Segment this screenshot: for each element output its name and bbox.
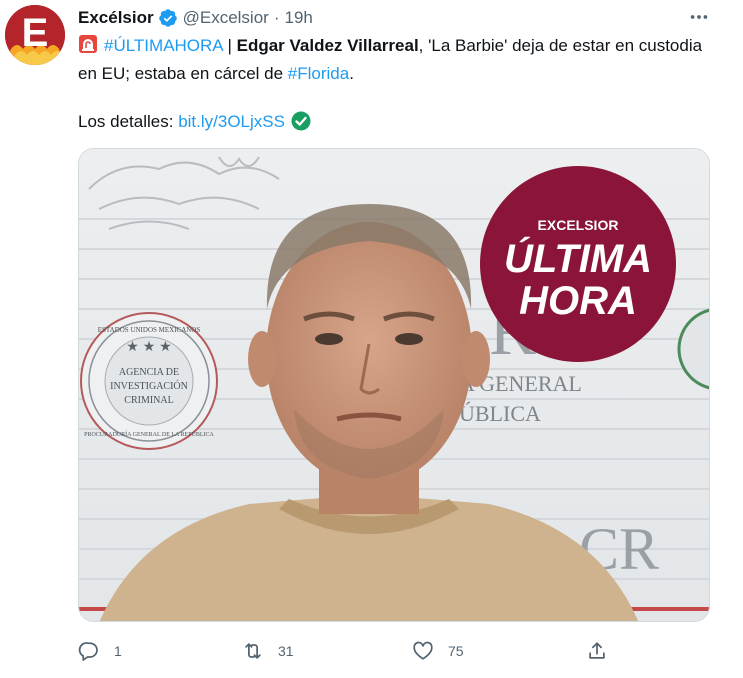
more-dots-icon <box>690 15 708 19</box>
retweet-button[interactable]: 31 <box>242 636 294 666</box>
seal-line3: CRIMINAL <box>124 395 173 406</box>
separator-dot: · <box>273 8 280 27</box>
hashtag-florida[interactable]: #Florida <box>288 64 349 83</box>
retweet-icon <box>245 643 261 659</box>
author-handle[interactable]: @Excelsior <box>183 8 269 28</box>
pipe-separator: | <box>227 36 232 55</box>
ultima-hora-badge: EXCELSIOR ÚLTIMA HORA <box>480 166 676 362</box>
seal-line1: AGENCIA DE <box>119 367 179 378</box>
like-button[interactable]: 75 <box>412 636 464 666</box>
wall-text-2: ÚBLICA <box>459 401 541 426</box>
details-label: Los detalles: <box>78 112 174 131</box>
seal-line2: INVESTIGACIÓN <box>110 380 188 392</box>
tweet-text: #ÚLTIMAHORA | Edgar Valdez Villarreal, '… <box>78 33 718 86</box>
share-button[interactable] <box>586 636 608 666</box>
badge-line2: HORA <box>519 279 637 323</box>
bold-name: Edgar Valdez Villarreal <box>236 36 419 55</box>
more-options-button[interactable] <box>684 6 714 28</box>
reply-count: 1 <box>114 643 122 659</box>
tweet-timestamp[interactable]: 19h <box>285 8 313 28</box>
heart-icon <box>413 641 433 660</box>
siren-emoji-icon <box>78 34 98 61</box>
avatar[interactable]: E <box>5 5 65 65</box>
display-name[interactable]: Excélsior <box>78 8 154 28</box>
tweet-media[interactable]: ★ ★ ★ ESTADOS UNIDOS MEXICANOS AGENCIA D… <box>78 148 710 622</box>
reply-button[interactable]: 1 <box>78 636 122 666</box>
badge-brand: EXCELSIOR <box>538 217 619 233</box>
photo-image: ★ ★ ★ ESTADOS UNIDOS MEXICANOS AGENCIA D… <box>79 149 709 621</box>
text-part2: . <box>349 64 354 83</box>
hashtag-ultimahora[interactable]: #ÚLTIMAHORA <box>104 36 223 55</box>
tweet-header: Excélsior @Excelsior · 19h <box>78 6 313 30</box>
verified-badge-icon <box>158 8 178 28</box>
details-line: Los detalles: bit.ly/3OLjxSS <box>78 109 311 138</box>
agency-seal: ★ ★ ★ ESTADOS UNIDOS MEXICANOS AGENCIA D… <box>80 312 218 450</box>
short-link[interactable]: bit.ly/3OLjxSS <box>178 112 285 131</box>
share-icon <box>589 642 605 659</box>
badge-line1: ÚLTIMA <box>504 235 652 281</box>
retweet-count: 31 <box>278 643 294 659</box>
like-count: 75 <box>448 643 464 659</box>
seal-top-text: ESTADOS UNIDOS MEXICANOS <box>98 326 201 334</box>
avatar-letter: E <box>22 11 49 55</box>
seal-bottom-text: PROCURADURÍA GENERAL DE LA REPÚBLICA <box>84 430 214 438</box>
svg-text:★ ★ ★: ★ ★ ★ <box>126 338 171 354</box>
reply-icon <box>78 642 98 661</box>
action-bar: 1 31 75 <box>78 636 618 666</box>
excelsior-logo: E <box>5 5 65 65</box>
check-mark-emoji-icon <box>291 111 311 138</box>
